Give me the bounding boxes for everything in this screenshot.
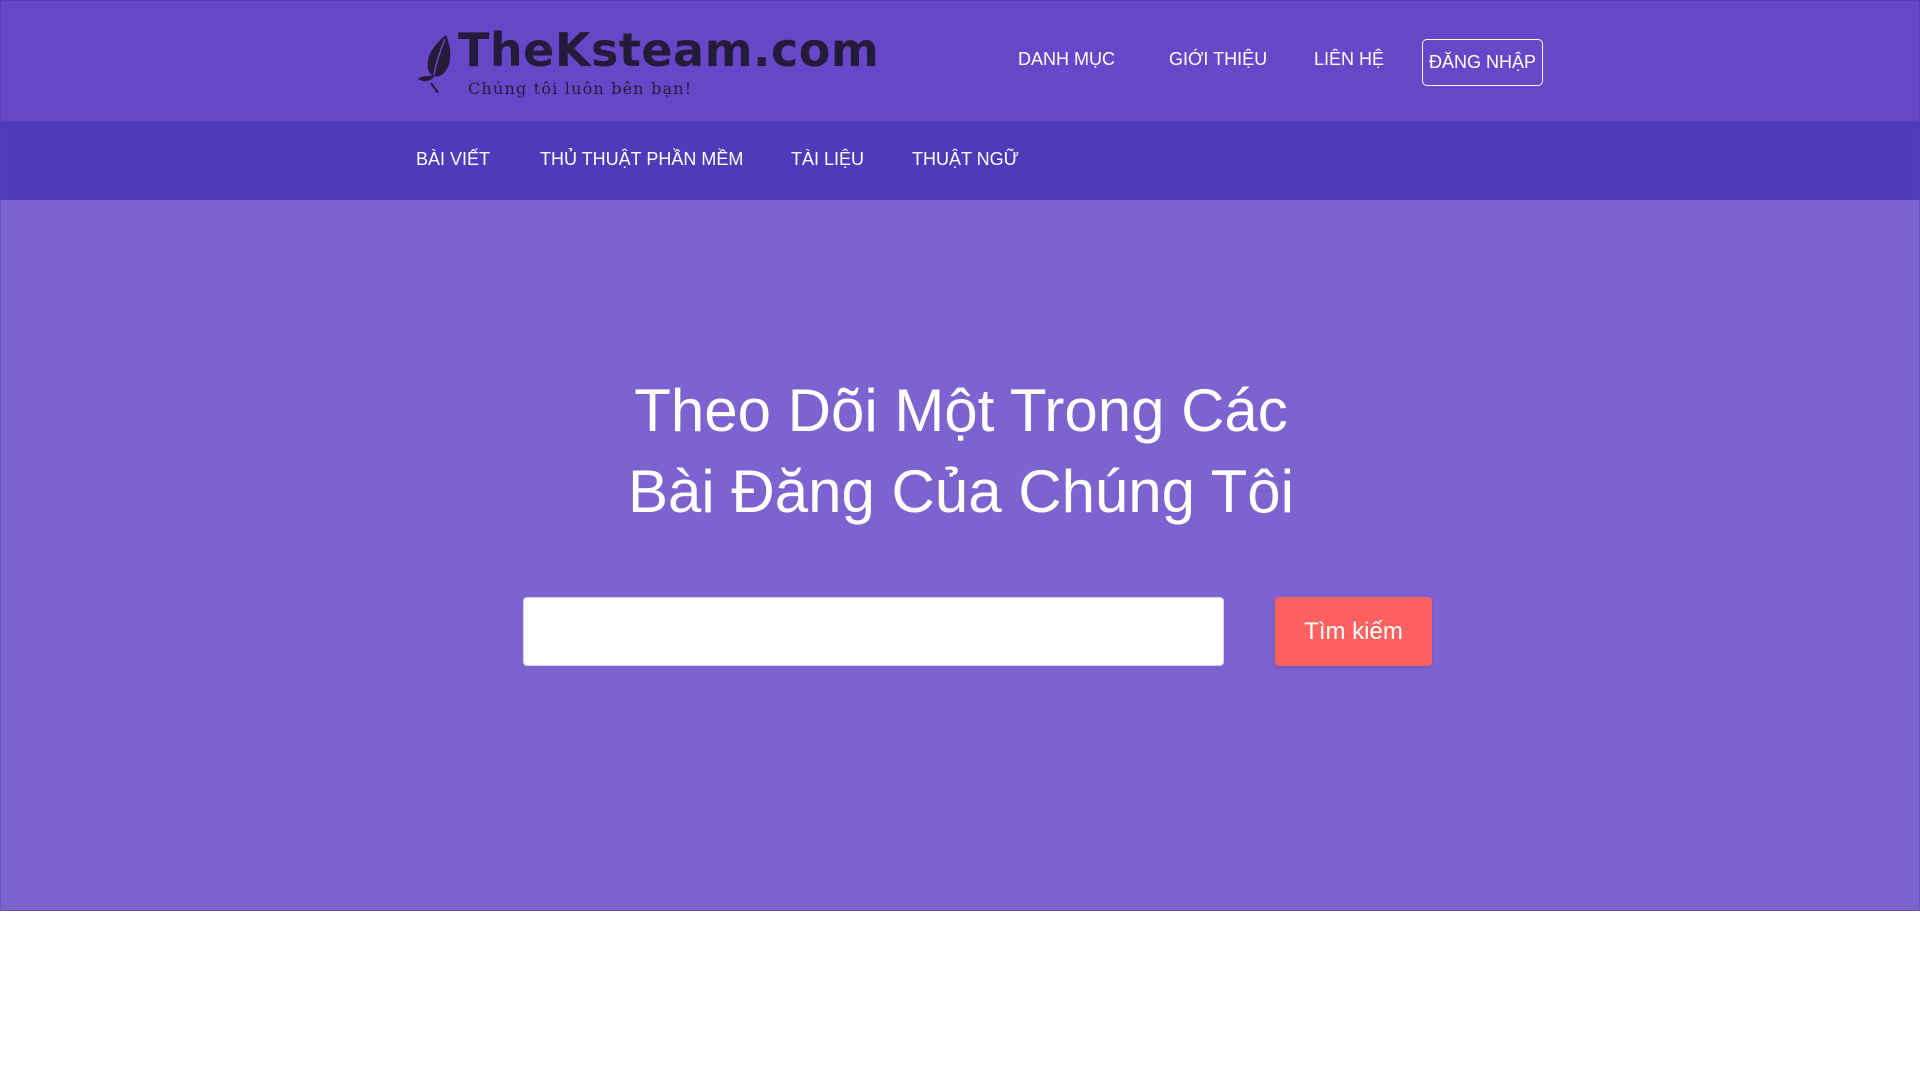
subnav-item-glossary[interactable]: THUẬT NGỮ	[912, 149, 1019, 170]
site-logo[interactable]: TheKsteam.com Chúng tôi luôn bên bạn!	[416, 23, 879, 99]
logo-tagline: Chúng tôi luôn bên bạn!	[468, 79, 693, 98]
search-input[interactable]	[523, 597, 1224, 666]
login-button[interactable]: ĐĂNG NHẬP	[1422, 39, 1543, 86]
secondary-nav: BÀI VIẾT THỦ THUẬT PHẦN MỀM TÀI LIỆU THU…	[0, 122, 1920, 200]
hero-title-line2: Bài Đăng Của Chúng Tôi	[628, 458, 1294, 525]
hero-title-line1: Theo Dõi Một Trong Các	[634, 377, 1288, 444]
hero-title: Theo Dõi Một Trong Các Bài Đăng Của Chún…	[461, 370, 1461, 532]
subnav-item-articles[interactable]: BÀI VIẾT	[416, 149, 490, 170]
hero-section: Theo Dõi Một Trong Các Bài Đăng Của Chún…	[0, 200, 1920, 911]
site-header: TheKsteam.com Chúng tôi luôn bên bạn! DA…	[0, 0, 1920, 122]
subnav-item-documents[interactable]: TÀI LIỆU	[791, 149, 864, 170]
leaf-icon	[418, 35, 451, 93]
search-button[interactable]: Tìm kiếm	[1275, 597, 1432, 666]
subnav-item-software-tips[interactable]: THỦ THUẬT PHẦN MỀM	[540, 149, 743, 170]
nav-link-about[interactable]: GIỚI THIỆU	[1169, 49, 1267, 70]
nav-link-contact[interactable]: LIÊN HỆ	[1314, 49, 1384, 70]
logo-text: TheKsteam.com	[458, 23, 880, 77]
nav-link-categories[interactable]: DANH MỤC	[1018, 49, 1115, 70]
